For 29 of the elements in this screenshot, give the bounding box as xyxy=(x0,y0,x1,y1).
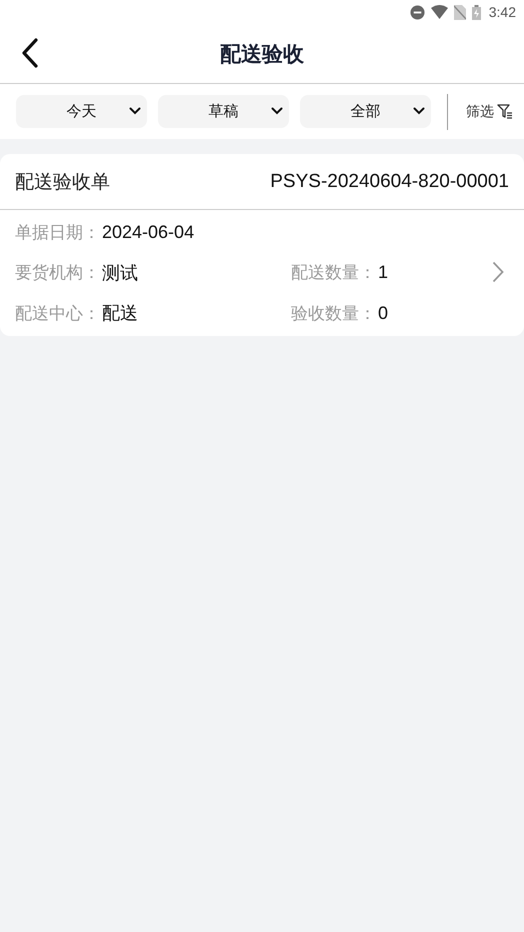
filter-button[interactable]: 筛选 xyxy=(459,102,513,120)
field-label: 要货机构： xyxy=(15,262,100,284)
field-label: 单据日期： xyxy=(15,222,100,244)
battery-icon xyxy=(472,4,481,20)
order-type: 配送验收单 xyxy=(15,170,110,194)
field-value: 配送 xyxy=(102,302,138,326)
clock-time: 3:42 xyxy=(488,4,516,20)
field-value: 0 xyxy=(378,302,388,324)
chevron-down-icon xyxy=(129,107,141,115)
order-number: PSYS-20240604-820-00001 xyxy=(270,170,509,192)
field-label: 验收数量： xyxy=(291,302,376,325)
field-value: 2024-06-04 xyxy=(102,222,194,243)
page-title: 配送验收 xyxy=(220,40,304,68)
filter-dropdown[interactable]: 全部 xyxy=(300,95,431,128)
order-card[interactable]: 配送验收单 PSYS-20240604-820-00001 单据日期：2024-06-04 要货机构：测试 配送数量：1 配送中心：配送 验收数量：0 xyxy=(0,154,524,336)
field-value: 1 xyxy=(378,262,388,284)
back-icon[interactable] xyxy=(21,38,39,68)
field-label: 配送中心： xyxy=(15,302,100,325)
field-value: 测试 xyxy=(102,262,138,285)
chevron-right-icon[interactable] xyxy=(492,261,504,283)
chevron-down-icon xyxy=(271,107,283,115)
chevron-down-icon xyxy=(413,107,425,115)
filter-dropdown[interactable]: 今天 xyxy=(16,95,147,128)
field-label: 配送数量： xyxy=(291,262,376,284)
filter-icon xyxy=(497,104,513,119)
wifi-icon xyxy=(430,5,448,19)
no-sim-icon xyxy=(454,4,466,20)
filter-dropdown[interactable]: 草稿 xyxy=(158,95,289,128)
do-not-disturb-icon xyxy=(410,4,425,20)
